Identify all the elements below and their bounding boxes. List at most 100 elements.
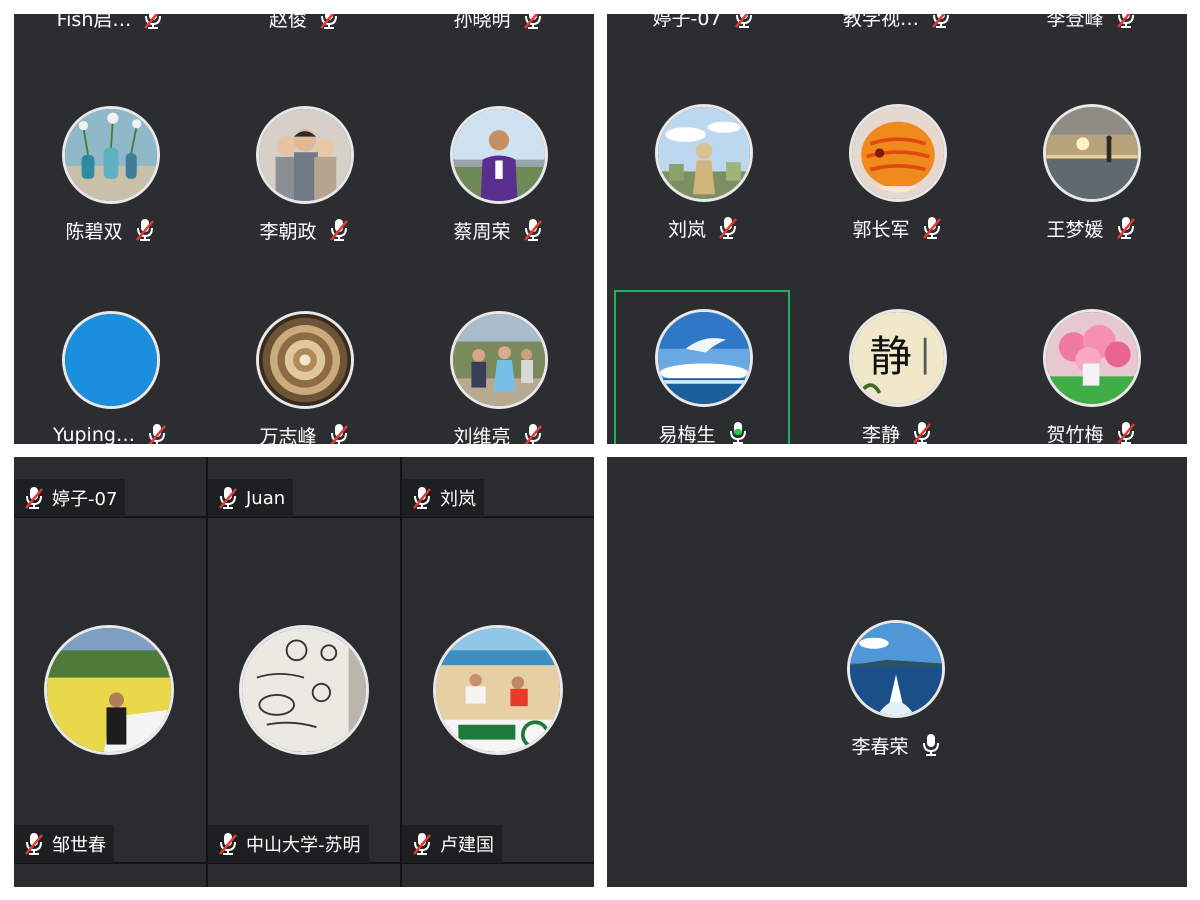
video-tile[interactable]: 刘岚 卢建国 bbox=[402, 457, 594, 887]
participant-tile[interactable]: 蔡周荣 bbox=[402, 84, 594, 284]
participant-tile-selected[interactable]: 易梅生 bbox=[607, 287, 801, 444]
mic-muted-icon bbox=[216, 485, 240, 511]
mic-muted-icon bbox=[22, 485, 46, 511]
mic-muted-icon bbox=[410, 831, 434, 857]
participant-name: 卢建国 bbox=[440, 835, 494, 856]
kids-beach-avatar-image bbox=[436, 628, 560, 752]
participant-name: 刘岚 bbox=[440, 489, 476, 510]
speaker-name-row: 李春荣 bbox=[797, 729, 997, 761]
avatar bbox=[256, 311, 354, 409]
orange-fish-avatar-image bbox=[852, 107, 944, 199]
mic-muted-icon bbox=[929, 14, 953, 30]
mic-muted-icon bbox=[1114, 14, 1138, 30]
family-avatar-image bbox=[259, 109, 351, 201]
man-car-field-avatar-image bbox=[47, 628, 171, 752]
vases-avatar-image bbox=[65, 109, 157, 201]
participant-name: 陈碧双 bbox=[65, 220, 123, 243]
avatar bbox=[239, 625, 369, 755]
participant-tile[interactable]: 赵俊 bbox=[208, 14, 402, 72]
mic-muted-icon bbox=[133, 217, 157, 243]
mic-muted-icon bbox=[521, 422, 545, 444]
prev-tile-label: 婷子-07 bbox=[14, 479, 126, 517]
participant-name: Fish启… bbox=[56, 14, 132, 31]
gallery-panel-top-left: Fish启… 赵俊 孙晓明 陈碧双 李朝政 蔡周荣 Yuping… 万志峰 刘维… bbox=[14, 14, 594, 444]
avatar bbox=[433, 625, 563, 755]
mic-muted-icon bbox=[410, 485, 434, 511]
participant-tile[interactable]: 教学视… bbox=[801, 14, 995, 71]
mic-muted-icon bbox=[216, 831, 240, 857]
avatar: 静 bbox=[849, 309, 947, 407]
participant-name: 孙晓明 bbox=[453, 14, 511, 31]
avatar bbox=[1043, 309, 1141, 407]
gallery-panel-top-right: 婷子-07 教学视… 李登峰 刘岚 郭长军 王梦媛 易梅生 静 李静 贺竹梅 bbox=[607, 14, 1187, 444]
participant-tile[interactable]: 刘维亮 bbox=[402, 289, 594, 444]
mic-unmuted-icon[interactable] bbox=[919, 732, 943, 758]
participant-tile[interactable]: 万志峰 bbox=[208, 289, 402, 444]
tile-name-label: 卢建国 bbox=[402, 825, 502, 863]
participant-tile[interactable]: 贺竹梅 bbox=[995, 287, 1187, 444]
avatar bbox=[62, 311, 160, 409]
participant-name: 蔡周荣 bbox=[453, 220, 511, 243]
participant-tile[interactable]: 李登峰 bbox=[995, 14, 1187, 71]
mic-muted-icon bbox=[732, 14, 756, 30]
man-purple-shirt-avatar-image bbox=[453, 109, 545, 201]
cloud-whale-avatar-image bbox=[658, 312, 750, 404]
tile-name-label: 中山大学-苏明 bbox=[208, 825, 369, 863]
mic-muted-icon bbox=[910, 420, 934, 444]
participant-tile[interactable]: 陈碧双 bbox=[14, 84, 208, 284]
mic-speaking-icon bbox=[726, 420, 750, 444]
mic-muted-icon bbox=[145, 422, 169, 444]
avatar bbox=[655, 104, 753, 202]
mic-muted-icon bbox=[327, 422, 351, 444]
participant-name: 王梦媛 bbox=[1046, 218, 1104, 241]
participant-tile[interactable]: 王梦媛 bbox=[995, 82, 1187, 282]
dome-ceiling-avatar-image bbox=[259, 314, 351, 406]
participant-name: 中山大学-苏明 bbox=[246, 835, 361, 856]
mic-muted-icon bbox=[317, 14, 341, 31]
participant-tile[interactable]: Fish启… bbox=[14, 14, 208, 72]
participant-name: 刘岚 bbox=[667, 218, 706, 241]
participant-tile[interactable]: 郭长军 bbox=[801, 82, 995, 282]
participant-name: 李静 bbox=[861, 423, 900, 445]
mic-muted-icon bbox=[141, 14, 165, 31]
participant-name: 李朝政 bbox=[259, 220, 317, 243]
video-tile[interactable]: 婷子-07 邹世春 bbox=[14, 457, 207, 887]
participant-tile[interactable]: 静 李静 bbox=[801, 287, 995, 444]
avatar bbox=[849, 104, 947, 202]
mic-muted-icon bbox=[22, 831, 46, 857]
avatar bbox=[1043, 104, 1141, 202]
participant-name: 邹世春 bbox=[52, 835, 106, 856]
mic-muted-icon bbox=[327, 217, 351, 243]
avatar bbox=[44, 625, 174, 755]
participant-name: 万志峰 bbox=[259, 425, 317, 445]
participant-name: 教学视… bbox=[842, 14, 919, 30]
prev-tile-label: Juan bbox=[208, 479, 294, 517]
participant-name: 李春荣 bbox=[851, 735, 909, 758]
tile-name-label: 邹世春 bbox=[14, 825, 114, 863]
participant-name: 郭长军 bbox=[852, 218, 910, 241]
participant-name: 贺竹梅 bbox=[1046, 423, 1104, 445]
prev-tile-label: 刘岚 bbox=[402, 479, 484, 517]
avatar bbox=[450, 311, 548, 409]
mic-muted-icon bbox=[920, 215, 944, 241]
pink-flowers-avatar-image bbox=[1046, 312, 1138, 404]
participant-tile[interactable]: 刘岚 bbox=[607, 82, 801, 282]
mic-muted-icon bbox=[1114, 420, 1138, 444]
participant-name: Juan bbox=[246, 487, 286, 509]
participant-tile[interactable]: 李朝政 bbox=[208, 84, 402, 284]
participant-tile[interactable]: 婷子-07 bbox=[607, 14, 801, 71]
participant-name: Yuping… bbox=[53, 424, 135, 444]
avatar bbox=[655, 309, 753, 407]
girl-outdoors-avatar-image bbox=[453, 314, 545, 406]
avatar[interactable] bbox=[847, 620, 945, 718]
video-tile[interactable]: Juan 中山大学-苏明 bbox=[208, 457, 401, 887]
calligraphy-character: 静 bbox=[869, 332, 911, 381]
mic-muted-icon bbox=[521, 217, 545, 243]
solid-blue-avatar-image bbox=[65, 314, 157, 406]
participant-tile[interactable]: 孙晓明 bbox=[402, 14, 594, 72]
participant-tile[interactable]: Yuping… bbox=[14, 289, 208, 444]
mic-muted-icon bbox=[521, 14, 545, 31]
statue-sky-avatar-image bbox=[658, 107, 750, 199]
gallery-panel-bottom-left: 婷子-07 邹世春 Juan 中山大学-苏明 刘岚 卢建国 bbox=[14, 457, 594, 887]
sunset-beach-avatar-image bbox=[1046, 107, 1138, 199]
